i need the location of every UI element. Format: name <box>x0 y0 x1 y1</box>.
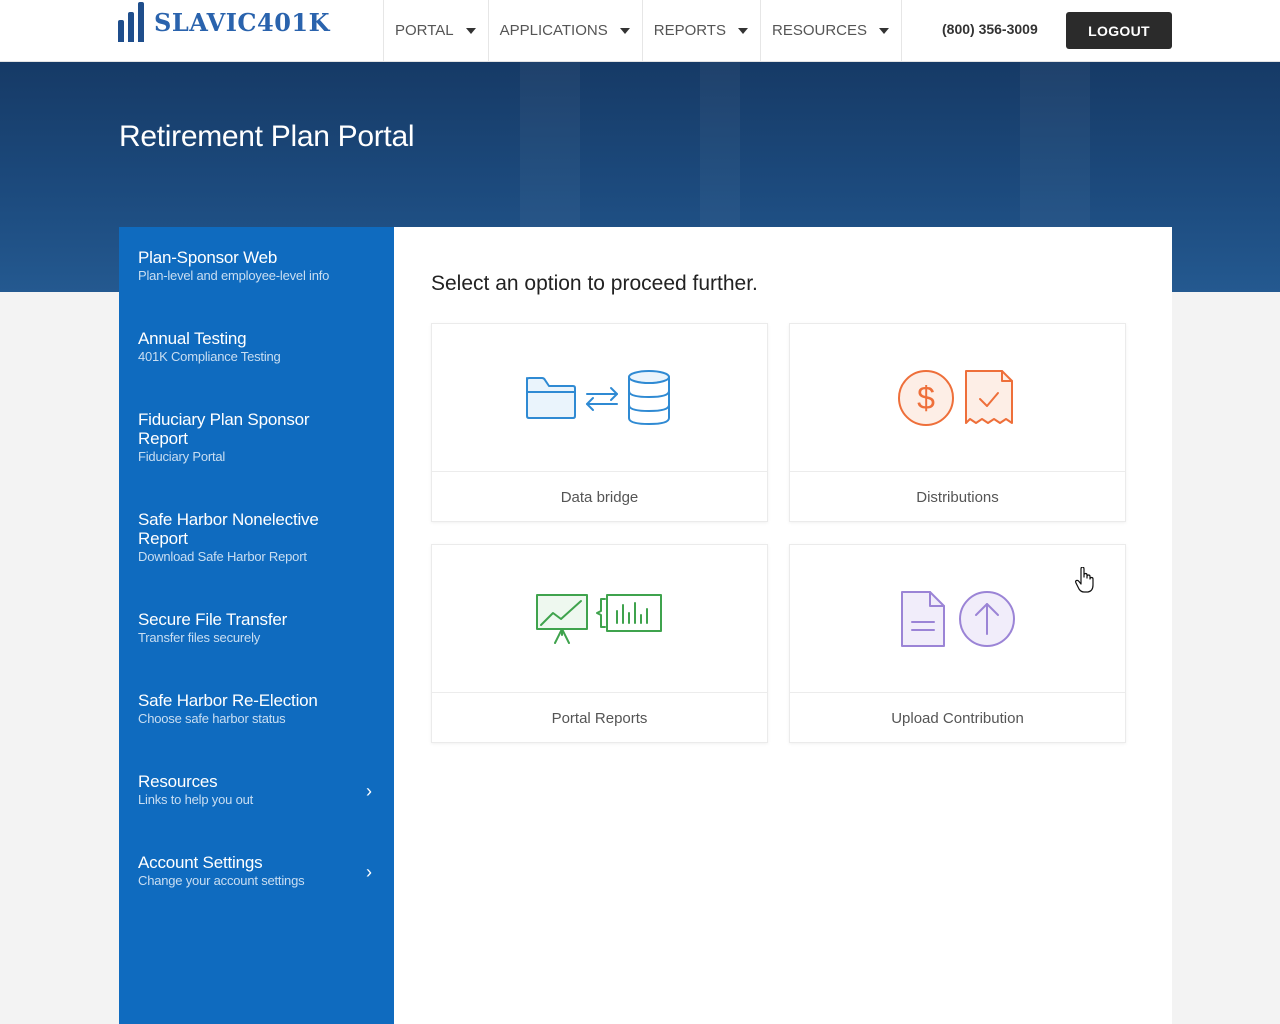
sidebar-item-title: Safe Harbor Nonelective Report <box>138 510 319 548</box>
chevron-right-icon: › <box>366 781 372 801</box>
caret-down-icon <box>465 27 476 34</box>
sidebar-item-annual-testing[interactable]: Annual Testing 401K Compliance Testing <box>119 329 394 364</box>
card-distributions[interactable]: $ Distributions <box>789 323 1126 522</box>
card-label: Distributions <box>916 488 999 506</box>
card-label: Upload Contribution <box>891 709 1024 727</box>
nav-reports-label: REPORTS <box>653 22 726 39</box>
sidebar-item-subtitle: Download Safe Harbor Report <box>138 549 307 564</box>
card-portal-reports[interactable]: Portal Reports <box>431 544 768 743</box>
sidebar-item-subtitle: Change your account settings <box>138 873 305 888</box>
card-icon-area: $ <box>790 324 1125 472</box>
sidebar-item-secure-file-transfer[interactable]: Secure File Transfer Transfer files secu… <box>119 610 394 645</box>
sidebar-item-fiduciary-report[interactable]: Fiduciary Plan Sponsor Report Fiduciary … <box>119 410 349 464</box>
sidebar-item-subtitle: Choose safe harbor status <box>138 711 286 726</box>
nav-reports[interactable]: REPORTS <box>641 0 760 61</box>
sidebar: Plan-Sponsor Web Plan-level and employee… <box>119 227 394 1024</box>
phone-number: (800) 356-3009 <box>942 21 1038 37</box>
caret-down-icon <box>619 27 630 34</box>
portal-reports-icon <box>535 593 662 644</box>
main-panel: Select an option to proceed further. Dat… <box>394 227 1172 1024</box>
sidebar-item-subtitle: Fiduciary Portal <box>138 449 226 464</box>
logo-bars-icon <box>118 2 144 42</box>
card-icon-area <box>432 545 767 693</box>
sidebar-item-plan-sponsor-web[interactable]: Plan-Sponsor Web Plan-level and employee… <box>119 248 394 283</box>
sidebar-item-resources[interactable]: Resources Links to help you out › <box>119 772 394 807</box>
sidebar-item-title: Fiduciary Plan Sponsor Report <box>138 410 310 448</box>
sidebar-item-title: Safe Harbor Re-Election <box>138 691 318 710</box>
svg-text:$: $ <box>917 380 935 416</box>
sidebar-item-title: Account Settings <box>138 853 263 872</box>
instruction-text: Select an option to proceed further. <box>431 272 758 295</box>
distributions-icon: $ <box>897 369 1013 426</box>
sidebar-item-subtitle: Plan-level and employee-level info <box>138 268 330 283</box>
card-label: Data bridge <box>560 488 639 506</box>
caret-down-icon <box>737 27 748 34</box>
nav-applications-label: APPLICATIONS <box>499 22 608 39</box>
top-header: SLAVIC401K PORTAL APPLICATIONS REPORTS R… <box>0 0 1280 62</box>
sidebar-item-subtitle: Transfer files securely <box>138 630 261 645</box>
nav-applications[interactable]: APPLICATIONS <box>487 0 642 61</box>
upload-contribution-icon <box>900 590 1015 647</box>
nav-portal[interactable]: PORTAL <box>383 0 488 61</box>
chevron-right-icon: › <box>366 862 372 882</box>
card-data-bridge[interactable]: Data bridge <box>431 323 768 522</box>
brand-logo[interactable]: SLAVIC401K <box>118 0 330 44</box>
hand-cursor-icon <box>1075 567 1094 593</box>
sidebar-item-title: Resources <box>138 772 218 791</box>
sidebar-item-title: Annual Testing <box>138 329 247 348</box>
logout-button[interactable]: LOGOUT <box>1066 12 1172 49</box>
logo-text: SLAVIC401K <box>154 7 330 37</box>
caret-down-icon <box>879 27 890 34</box>
sidebar-item-subtitle: Links to help you out <box>138 792 254 807</box>
nav-resources-label: RESOURCES <box>771 22 868 39</box>
main-nav: PORTAL APPLICATIONS REPORTS RESOURCES <box>383 0 903 61</box>
sidebar-item-title: Secure File Transfer <box>138 610 288 629</box>
card-icon-area <box>432 324 767 472</box>
sidebar-item-safe-harbor-nonelective[interactable]: Safe Harbor Nonelective Report Download … <box>119 510 359 564</box>
page-title: Retirement Plan Portal <box>119 120 415 153</box>
sidebar-item-account-settings[interactable]: Account Settings Change your account set… <box>119 853 394 888</box>
nav-portal-label: PORTAL <box>395 22 454 39</box>
card-label: Portal Reports <box>551 709 648 727</box>
nav-resources[interactable]: RESOURCES <box>759 0 903 61</box>
sidebar-item-title: Plan-Sponsor Web <box>138 248 278 267</box>
sidebar-item-safe-harbor-reelection[interactable]: Safe Harbor Re-Election Choose safe harb… <box>119 691 394 726</box>
sidebar-item-subtitle: 401K Compliance Testing <box>138 349 281 364</box>
data-bridge-icon <box>525 369 670 425</box>
